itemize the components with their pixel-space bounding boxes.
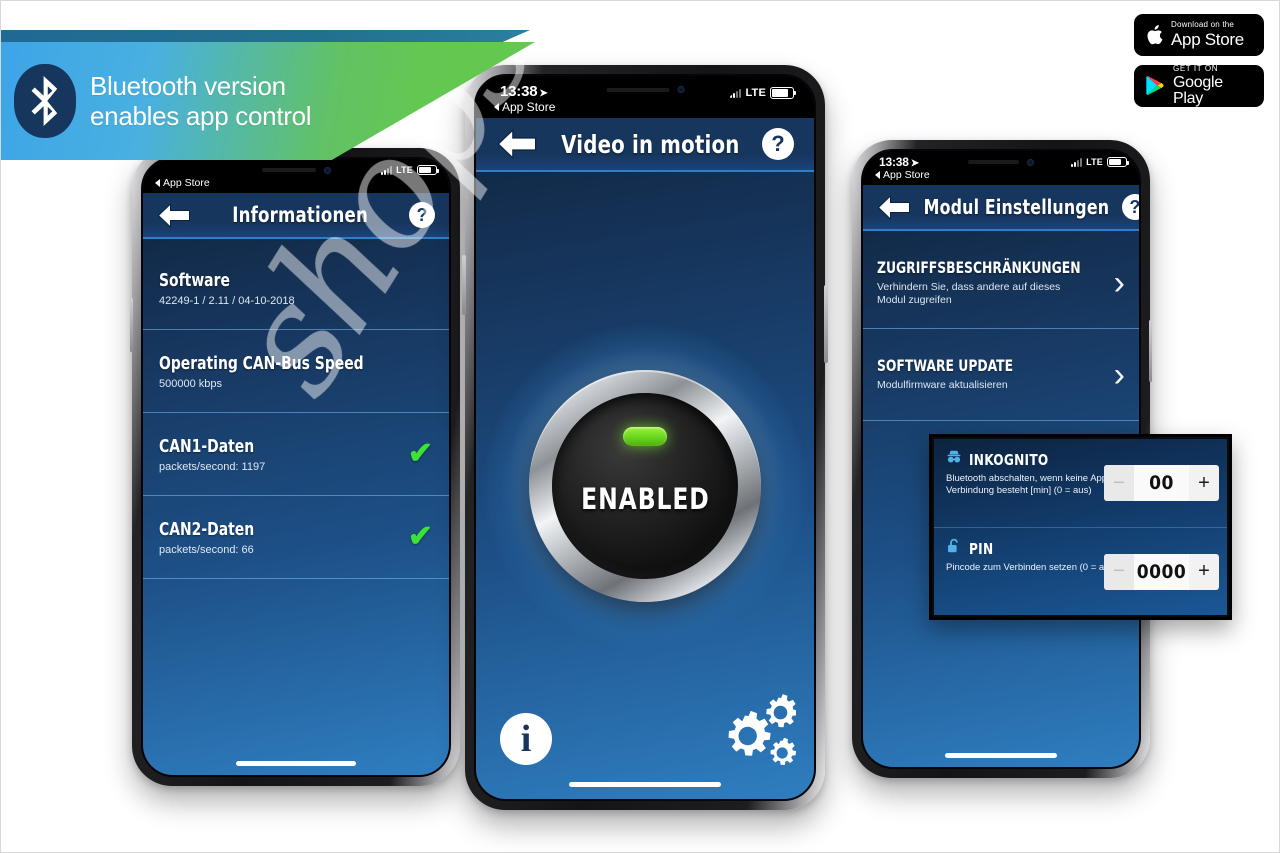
banner-line-2: enables app control bbox=[90, 101, 312, 131]
chevron-right-icon: › bbox=[1113, 263, 1125, 302]
pin-stepper[interactable]: − 0000 + bbox=[1104, 553, 1219, 590]
phone-center-notch bbox=[557, 76, 733, 103]
carrier-label: LTE bbox=[745, 87, 766, 99]
settings-button[interactable] bbox=[704, 693, 798, 771]
row-subtitle: packets/second: 1197 bbox=[159, 460, 266, 473]
phone-right-return-label: App Store bbox=[883, 169, 930, 181]
table-row[interactable]: Operating CAN-Bus Speed 500000 kbps bbox=[143, 330, 449, 413]
back-arrow-icon[interactable] bbox=[877, 194, 911, 220]
row-subtitle: Verhindern Sie, dass andere auf dieses M… bbox=[877, 280, 1061, 306]
phone-left-list: Software 42249-1 / 2.11 / 04-10-2018 Ope… bbox=[143, 247, 449, 579]
decrement-button[interactable]: − bbox=[1104, 465, 1134, 501]
promo-image: Download on the App Store GET IT ON Goog… bbox=[0, 0, 1280, 853]
row-title: CAN2-Daten bbox=[159, 518, 255, 540]
earpiece-speaker bbox=[968, 160, 1019, 164]
apple-icon bbox=[1146, 24, 1163, 45]
row-title: SOFTWARE UPDATE bbox=[877, 356, 1014, 376]
power-knob[interactable]: ENABLED bbox=[529, 369, 761, 602]
google-play-badge-small: GET IT ON bbox=[1173, 63, 1219, 73]
inkognito-stepper[interactable]: − 00 + bbox=[1104, 465, 1219, 501]
back-arrow-icon[interactable] bbox=[157, 202, 191, 228]
phone-left-side-button bbox=[130, 298, 133, 352]
overlay-title: PIN bbox=[969, 539, 994, 558]
pin-value[interactable]: 0000 bbox=[1134, 553, 1189, 590]
google-play-icon bbox=[1146, 75, 1165, 96]
back-triangle-icon bbox=[875, 171, 880, 179]
row-subtitle: 500000 kbps bbox=[159, 377, 222, 390]
row-title: Software bbox=[159, 269, 230, 291]
settings-overlay-panel: INKOGNITO Bluetooth abschalten, wenn kei… bbox=[929, 434, 1232, 620]
phone-right-return-to-appstore[interactable]: App Store bbox=[875, 169, 930, 181]
phone-right-app-header: Modul Einstellungen ? bbox=[863, 185, 1139, 231]
row-title: CAN1-Daten bbox=[159, 435, 255, 457]
home-indicator[interactable] bbox=[569, 782, 721, 787]
help-button[interactable]: ? bbox=[409, 202, 435, 228]
store-badges: Download on the App Store GET IT ON Goog… bbox=[1134, 14, 1264, 107]
bluetooth-icon bbox=[14, 64, 76, 138]
home-indicator[interactable] bbox=[945, 753, 1057, 758]
phone-left: LTE App Store Informationen ? Software 4… bbox=[130, 148, 460, 786]
inkognito-value[interactable]: 00 bbox=[1134, 465, 1189, 501]
phone-right-side-button bbox=[1149, 320, 1152, 382]
home-indicator[interactable] bbox=[236, 761, 356, 766]
phone-center-side-button bbox=[462, 255, 466, 315]
gears-icon bbox=[728, 694, 798, 765]
page-title: Video in motion bbox=[560, 129, 740, 159]
checkmark-icon: ✔ bbox=[407, 437, 433, 470]
signal-bars-icon bbox=[1071, 157, 1083, 167]
increment-button[interactable]: + bbox=[1189, 554, 1219, 590]
front-camera-icon bbox=[677, 86, 684, 93]
earpiece-speaker bbox=[606, 87, 669, 92]
table-row[interactable]: ZUGRIFFSBESCHRÄNKUNGEN Verhindern Sie, d… bbox=[863, 237, 1139, 329]
google-play-badge[interactable]: GET IT ON Google Play bbox=[1134, 63, 1264, 107]
phone-center-status-right: LTE bbox=[730, 87, 796, 99]
phone-right-status-right: LTE bbox=[1071, 157, 1129, 167]
row-title: Operating CAN-Bus Speed bbox=[159, 352, 364, 374]
info-button[interactable]: i bbox=[500, 713, 552, 765]
row-title: ZUGRIFFSBESCHRÄNKUNGEN bbox=[877, 257, 1081, 277]
google-play-badge-big: Google Play bbox=[1173, 73, 1223, 107]
phone-left-app-header: Informationen ? bbox=[143, 193, 449, 239]
phone-right-list: ZUGRIFFSBESCHRÄNKUNGEN Verhindern Sie, d… bbox=[863, 237, 1139, 421]
phone-center-power-button bbox=[824, 285, 828, 363]
row-subtitle: Modulfirmware aktualisieren bbox=[877, 379, 1008, 392]
app-store-badge[interactable]: Download on the App Store bbox=[1134, 14, 1264, 56]
phone-left-screen: LTE App Store Informationen ? Software 4… bbox=[143, 159, 449, 775]
knob-face: ENABLED bbox=[552, 392, 738, 579]
incognito-icon bbox=[946, 449, 962, 470]
row-subtitle: packets/second: 66 bbox=[159, 543, 254, 556]
carrier-label: LTE bbox=[1086, 157, 1103, 167]
table-row[interactable]: CAN1-Daten packets/second: 1197 ✔ bbox=[143, 413, 449, 496]
decrement-button[interactable]: − bbox=[1104, 553, 1134, 590]
page-title: Modul Einstellungen bbox=[923, 195, 1110, 219]
clock: 13:38 ➤ bbox=[879, 155, 919, 169]
checkmark-icon: ✔ bbox=[407, 520, 433, 553]
overlay-title: INKOGNITO bbox=[969, 450, 1049, 469]
help-button[interactable]: ? bbox=[761, 128, 794, 160]
banner-line-1: Bluetooth version bbox=[90, 70, 286, 101]
row-subtitle: 42249-1 / 2.11 / 04-10-2018 bbox=[159, 294, 295, 307]
overlay-row-pin[interactable]: PIN Pincode zum Verbinden setzen (0 = au… bbox=[934, 527, 1227, 615]
overlay-row-inkognito[interactable]: INKOGNITO Bluetooth abschalten, wenn kei… bbox=[934, 439, 1227, 527]
page-title: Informationen bbox=[232, 203, 368, 227]
table-row[interactable]: SOFTWARE UPDATE Modulfirmware aktualisie… bbox=[863, 329, 1139, 421]
chevron-right-icon: › bbox=[1113, 355, 1125, 394]
location-arrow-icon: ➤ bbox=[910, 158, 919, 169]
front-camera-icon bbox=[1026, 158, 1034, 166]
status-led-icon bbox=[623, 426, 667, 446]
app-store-badge-big: App Store bbox=[1171, 30, 1244, 49]
phone-right-notch bbox=[931, 151, 1071, 173]
knob-state-label: ENABLED bbox=[580, 481, 710, 516]
increment-button[interactable]: + bbox=[1189, 465, 1219, 501]
app-store-badge-small: Download on the bbox=[1171, 20, 1235, 29]
battery-icon bbox=[1107, 157, 1129, 167]
help-button[interactable]: ? bbox=[1121, 194, 1139, 220]
table-row[interactable]: CAN2-Daten packets/second: 66 ✔ bbox=[143, 496, 449, 579]
table-row[interactable]: Software 42249-1 / 2.11 / 04-10-2018 bbox=[143, 247, 449, 330]
bluetooth-banner: Bluetooth version enables app control bbox=[0, 30, 560, 190]
battery-icon bbox=[770, 87, 796, 99]
unlocked-padlock-icon bbox=[946, 538, 962, 559]
